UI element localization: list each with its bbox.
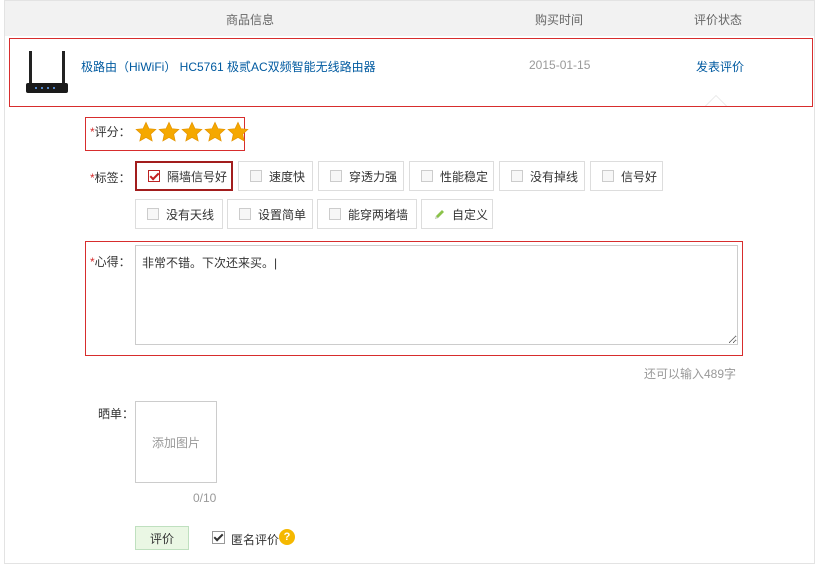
photo-count: 0/10 bbox=[193, 491, 217, 505]
anonymous-checkbox[interactable] bbox=[212, 531, 225, 544]
anonymous-label: 匿名评价 bbox=[231, 533, 280, 547]
star-icon[interactable] bbox=[227, 121, 249, 143]
tags-label: *标签： bbox=[90, 169, 131, 186]
tag-label: 能穿两堵墙 bbox=[348, 207, 409, 222]
tag-label: 隔墙信号好 bbox=[167, 169, 228, 184]
panel-pointer-arrow bbox=[705, 95, 727, 106]
tag-checkbox[interactable] bbox=[250, 170, 262, 182]
tag-2[interactable]: 速度快 bbox=[238, 161, 313, 191]
tag-label: 没有天线 bbox=[166, 207, 215, 222]
star-rating[interactable] bbox=[135, 121, 249, 143]
comment-textarea[interactable]: 非常不错。下次还来买。| bbox=[135, 245, 738, 345]
tag-3[interactable]: 穿透力强 bbox=[318, 161, 404, 191]
tag-checkbox[interactable] bbox=[329, 208, 341, 220]
tag-label: 设置简单 bbox=[258, 207, 307, 222]
add-photo-button[interactable]: 添加图片 bbox=[135, 401, 217, 483]
pencil-icon bbox=[435, 210, 444, 219]
tag-label: 信号好 bbox=[621, 169, 658, 184]
star-icon[interactable] bbox=[204, 121, 226, 143]
tags-label-text: 标签： bbox=[94, 171, 131, 185]
tag-label: 穿透力强 bbox=[349, 169, 398, 184]
tag-7[interactable]: 没有天线 bbox=[135, 199, 223, 229]
star-icon[interactable] bbox=[181, 121, 203, 143]
question-icon[interactable]: ? bbox=[279, 529, 295, 545]
submit-review-button[interactable]: 评价 bbox=[135, 526, 189, 550]
tag-6[interactable]: 信号好 bbox=[590, 161, 663, 191]
rating-label: *评分： bbox=[90, 123, 131, 140]
tag-label: 性能稳定 bbox=[440, 169, 489, 184]
tag-4[interactable]: 性能稳定 bbox=[409, 161, 494, 191]
table-header: 商品信息 购买时间 评价状态 bbox=[5, 1, 814, 36]
add-photo-label: 添加图片 bbox=[151, 435, 200, 450]
tag-label: 速度快 bbox=[269, 169, 306, 184]
header-purchase-time: 购买时间 bbox=[535, 13, 584, 27]
rating-label-text: 评分： bbox=[94, 125, 131, 139]
tag-checkbox[interactable] bbox=[330, 170, 342, 182]
router-icon[interactable] bbox=[22, 49, 72, 97]
comment-label: *心得： bbox=[90, 253, 131, 270]
photo-label: 晒单： bbox=[98, 407, 135, 421]
tag-checkbox[interactable] bbox=[239, 208, 251, 220]
char-counter: 还可以输入489字 bbox=[644, 367, 737, 381]
write-review-link[interactable]: 发表评价 bbox=[696, 58, 744, 75]
tag-label: 没有掉线 bbox=[530, 169, 579, 184]
purchase-date: 2015-01-15 bbox=[529, 58, 591, 72]
product-name-link[interactable]: 极路由（HiWiFi） HC5761 极贰AC双频智能无线路由器 bbox=[81, 58, 376, 75]
tag-9[interactable]: 能穿两堵墙 bbox=[317, 199, 417, 229]
star-icon[interactable] bbox=[158, 121, 180, 143]
tag-checkbox[interactable] bbox=[602, 170, 614, 182]
tag-5[interactable]: 没有掉线 bbox=[499, 161, 585, 191]
tag-checkbox[interactable] bbox=[147, 208, 159, 220]
header-review-status: 评价状态 bbox=[694, 13, 743, 27]
tag-10[interactable]: 自定义 bbox=[421, 199, 493, 229]
tag-checkbox[interactable] bbox=[511, 170, 523, 182]
star-icon[interactable] bbox=[135, 121, 157, 143]
tag-8[interactable]: 设置简单 bbox=[227, 199, 313, 229]
comment-label-text: 心得： bbox=[94, 255, 131, 269]
product-row: 极路由（HiWiFi） HC5761 极贰AC双频智能无线路由器 2015-01… bbox=[9, 38, 813, 107]
tag-1[interactable]: 隔墙信号好 bbox=[135, 161, 233, 191]
tag-checkbox[interactable] bbox=[421, 170, 433, 182]
tag-label: 自定义 bbox=[452, 207, 489, 222]
tag-checkbox[interactable] bbox=[148, 170, 160, 182]
header-product: 商品信息 bbox=[226, 13, 275, 27]
